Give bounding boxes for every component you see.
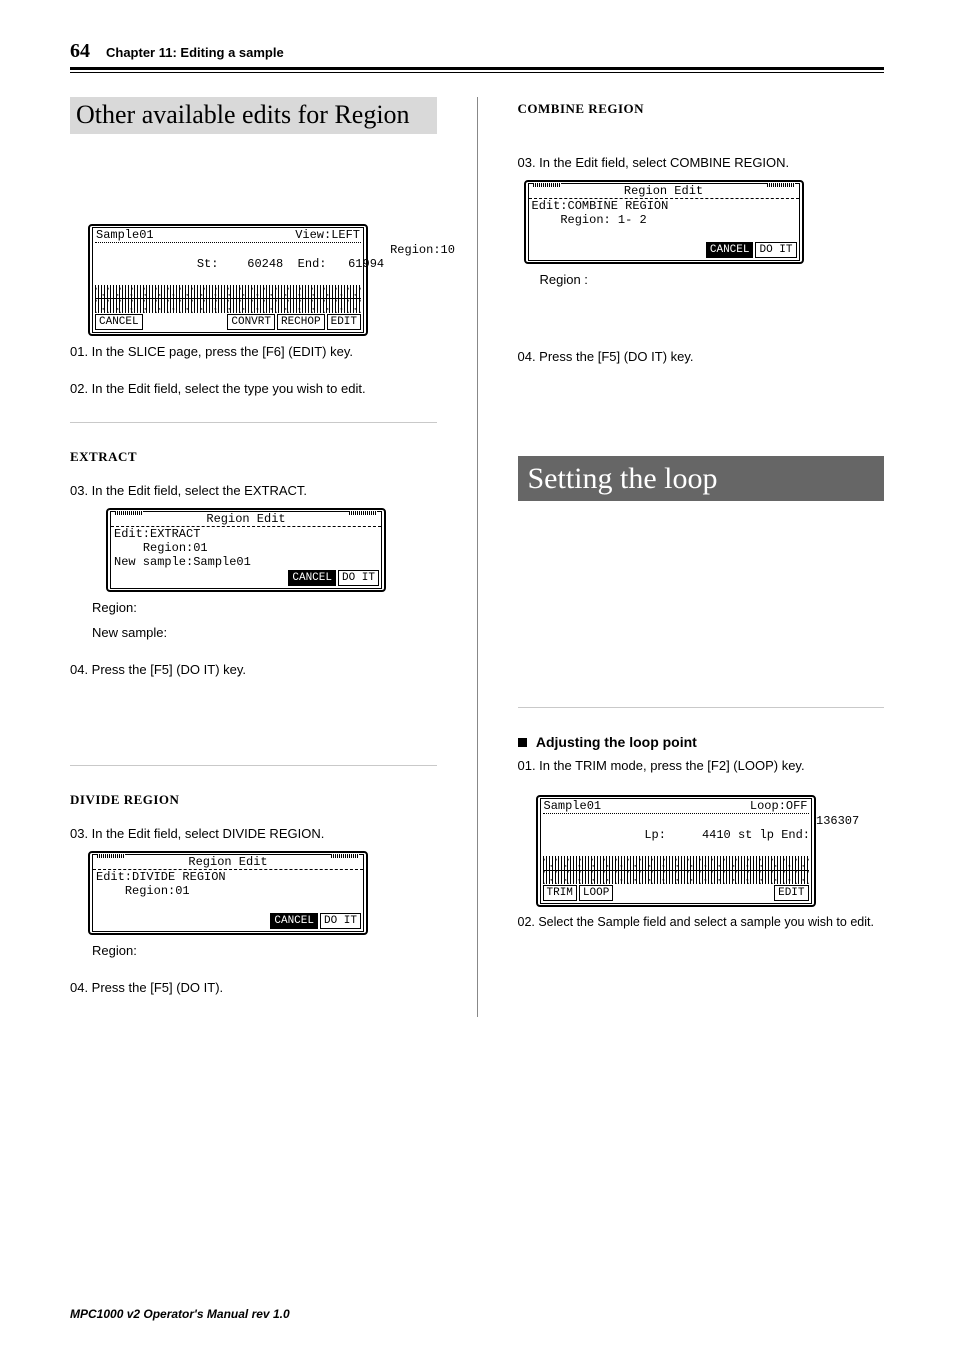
lcd-loop-lp-val: 4410 xyxy=(702,828,731,842)
lcd-divide-doit-button: DO IT xyxy=(320,913,361,929)
lcd-loop-loop-button: LOOP xyxy=(579,885,613,901)
heading-setting-the-loop: Setting the loop xyxy=(518,456,885,501)
lcd-slice-sample: Sample01 xyxy=(96,228,154,242)
heading-extract: EXTRACT xyxy=(70,449,437,465)
page-number: 64 xyxy=(70,40,90,63)
lcd-loop-edit-button: EDIT xyxy=(774,885,808,901)
divider xyxy=(70,422,437,423)
lcd-divide-region: Region:01 xyxy=(125,884,190,898)
lcd-loop-state: Loop:OFF xyxy=(750,799,808,813)
lcd-slice-st-val: 60248 xyxy=(247,257,283,271)
divider xyxy=(70,765,437,766)
heading-combine-region: COMBINE REGION xyxy=(518,101,885,117)
extract-step-03: 03. In the Edit field, select the EXTRAC… xyxy=(70,483,437,498)
header-rule-thin xyxy=(70,72,884,73)
left-step-02: 02. In the Edit field, select the type y… xyxy=(70,381,437,396)
combine-label-region: Region : xyxy=(540,272,885,287)
lcd-loop-sample: Sample01 xyxy=(544,799,602,813)
subhead-adjusting-loop-point-text: Adjusting the loop point xyxy=(536,734,697,750)
lcd-combine-cancel-button: CANCEL xyxy=(706,242,754,258)
combine-step-04: 04. Press the [F5] (DO IT) key. xyxy=(518,349,885,364)
divide-step-04: 04. Press the [F5] (DO IT). xyxy=(70,980,437,995)
lcd-divide-title: Region Edit xyxy=(188,855,267,869)
lcd-loop: Sample01 Loop:OFF Lp: 4410 st lp End: 13… xyxy=(536,795,816,907)
lcd-extract-cancel-button: CANCEL xyxy=(288,570,336,586)
lcd-loop-stlp: st lp xyxy=(738,828,774,842)
page-header: 64 Chapter 11: Editing a sample xyxy=(70,40,884,63)
extract-step-04: 04. Press the [F5] (DO IT) key. xyxy=(70,662,437,677)
lcd-extract-edit: Edit:EXTRACT xyxy=(114,527,200,541)
heading-divide-region: DIVIDE REGION xyxy=(70,792,437,808)
header-rule-thick xyxy=(70,67,884,70)
divide-step-03: 03. In the Edit field, select DIVIDE REG… xyxy=(70,826,437,841)
lcd-slice-convrt-button: CONVRT xyxy=(227,314,275,330)
divide-label-region: Region: xyxy=(92,943,437,958)
lcd-loop-trim-button: TRIM xyxy=(543,885,577,901)
lcd-loop-end-label: End: xyxy=(781,828,810,842)
lcd-extract-title: Region Edit xyxy=(206,512,285,526)
divider xyxy=(518,707,885,708)
combine-step-03: 03. In the Edit field, select COMBINE RE… xyxy=(518,155,885,170)
lcd-slice-end-val: 61994 xyxy=(348,257,384,271)
loop-step-01: 01. In the TRIM mode, press the [F2] (LO… xyxy=(518,758,885,773)
chapter-title: Chapter 11: Editing a sample xyxy=(106,45,284,60)
left-column: Other available edits for Region Sample0… xyxy=(70,97,437,1017)
lcd-slice-region: Region:10 xyxy=(390,243,455,285)
lcd-divide: Region Edit Edit:DIVIDE REGION Region:01… xyxy=(88,851,368,935)
lcd-slice-st-label: St: xyxy=(197,257,219,271)
lcd-loop-end-val: 136307 xyxy=(816,814,859,856)
lcd-slice-view: View:LEFT xyxy=(295,228,360,242)
lcd-loop-lp-label: Lp: xyxy=(644,828,666,842)
lcd-slice-end-label: End: xyxy=(298,257,327,271)
right-column: COMBINE REGION 03. In the Edit field, se… xyxy=(518,97,885,1017)
lcd-slice-edit-button: EDIT xyxy=(327,314,361,330)
lcd-extract-new-sample: New sample:Sample01 xyxy=(114,555,251,569)
lcd-slice-rechop-button: RECHOP xyxy=(277,314,325,330)
lcd-combine-edit: Edit:COMBINE REGION xyxy=(532,199,669,213)
lcd-extract-region: Region:01 xyxy=(143,541,208,555)
lcd-divide-edit: Edit:DIVIDE REGION xyxy=(96,870,226,884)
lcd-combine-doit-button: DO IT xyxy=(755,242,796,258)
lcd-extract: Region Edit Edit:EXTRACT Region:01 New s… xyxy=(106,508,386,592)
left-step-01: 01. In the SLICE page, press the [F6] (E… xyxy=(70,344,437,359)
extract-label-region: Region: xyxy=(92,600,437,615)
footer-manual-info: MPC1000 v2 Operator's Manual rev 1.0 xyxy=(70,1307,290,1321)
lcd-slice-cancel-button: CANCEL xyxy=(95,314,143,330)
lcd-combine-title: Region Edit xyxy=(624,184,703,198)
subhead-adjusting-loop-point: Adjusting the loop point xyxy=(518,734,885,750)
heading-other-available-edits: Other available edits for Region xyxy=(70,97,437,134)
lcd-slice: Sample01 View:LEFT St: 60248 End: 61994 … xyxy=(88,224,368,336)
loop-step-02: 02. Select the Sample field and select a… xyxy=(518,915,885,929)
column-divider xyxy=(477,97,478,1017)
lcd-extract-doit-button: DO IT xyxy=(338,570,379,586)
lcd-loop-waveform xyxy=(543,856,809,884)
extract-label-new-sample: New sample: xyxy=(92,625,437,640)
lcd-combine-region: Region: 1- 2 xyxy=(560,213,646,227)
lcd-combine: Region Edit Edit:COMBINE REGION Region: … xyxy=(524,180,804,264)
lcd-divide-cancel-button: CANCEL xyxy=(270,913,318,929)
lcd-slice-waveform xyxy=(95,285,361,313)
